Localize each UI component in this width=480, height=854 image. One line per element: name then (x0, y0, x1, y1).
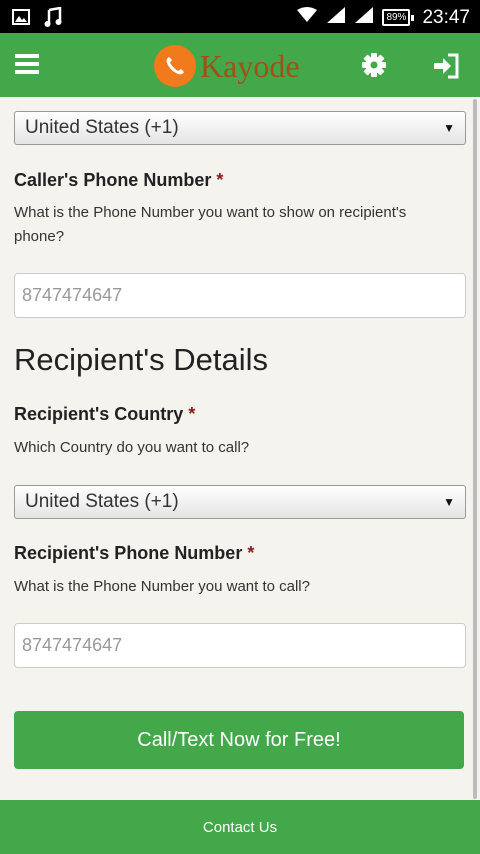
music-notification-icon (44, 6, 62, 32)
caller-phone-label: Caller's Phone Number * (14, 170, 223, 191)
recipient-section-title: Recipient's Details (14, 342, 269, 377)
required-marker: * (216, 170, 224, 190)
caller-country-select[interactable]: United States (+1) ▼ (14, 111, 466, 145)
wifi-icon (296, 7, 318, 28)
sign-in-icon (434, 53, 459, 79)
recipient-phone-input[interactable] (14, 623, 466, 668)
sign-in-button[interactable] (432, 52, 460, 80)
recipient-country-value: United States (+1) (25, 491, 179, 512)
recipient-country-label-text: Recipient's Country (14, 404, 184, 424)
settings-button[interactable] (360, 51, 388, 79)
clock: 23:47 (422, 6, 470, 28)
status-bar: 89% 23:47 (0, 0, 480, 33)
menu-button[interactable] (14, 51, 40, 77)
battery-level: 89% (382, 9, 411, 26)
recipient-phone-help: What is the Phone Number you want to cal… (14, 578, 310, 595)
dropdown-arrow-icon: ▼ (443, 121, 455, 135)
scrollbar[interactable] (473, 99, 477, 799)
signal-icon-2 (354, 6, 374, 29)
caller-phone-input[interactable] (14, 273, 466, 318)
hamburger-icon (15, 54, 39, 74)
recipient-country-select[interactable]: United States (+1) ▼ (14, 485, 466, 519)
call-text-now-button[interactable]: Call/Text Now for Free! (14, 711, 464, 769)
recipient-phone-label-text: Recipient's Phone Number (14, 543, 243, 563)
caller-phone-label-text: Caller's Phone Number (14, 170, 212, 190)
brand-logo[interactable]: Kayode (154, 45, 300, 87)
dropdown-arrow-icon: ▼ (443, 495, 455, 509)
brand-name: Kayode (200, 47, 300, 84)
required-marker: * (188, 404, 196, 424)
recipient-country-help: Which Country do you want to call? (14, 439, 250, 456)
signal-icon (326, 6, 346, 29)
phone-icon (154, 45, 196, 87)
contact-us-link[interactable]: Contact Us (203, 819, 277, 836)
caller-country-value: United States (+1) (25, 117, 179, 138)
call-form: United States (+1) ▼ Caller's Phone Numb… (0, 97, 480, 800)
footer: Contact Us (0, 800, 480, 854)
caller-phone-help: What is the Phone Number you want to sho… (14, 204, 407, 245)
required-marker: * (247, 543, 255, 563)
app-header: Kayode (0, 33, 480, 97)
gear-icon (362, 53, 386, 77)
battery-icon: 89% (382, 9, 415, 26)
image-notification-icon (12, 9, 30, 30)
recipient-phone-label: Recipient's Phone Number * (14, 543, 254, 564)
recipient-country-label: Recipient's Country * (14, 404, 195, 425)
